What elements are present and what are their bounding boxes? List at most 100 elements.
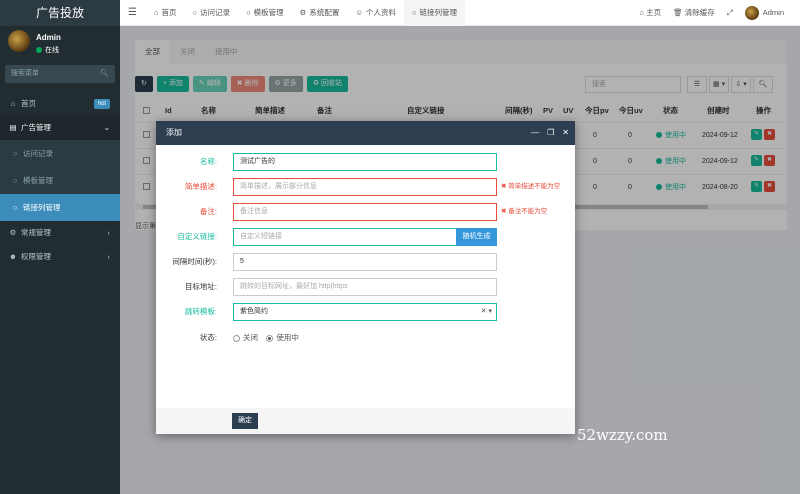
template-selected-value: 紫色简约 [240,308,268,315]
dialog-title: 添加 [166,128,182,137]
home-icon: ⌂ [10,99,16,108]
chevron-down-icon: ⌄ [103,123,110,132]
clear-cache-button[interactable]: 🗑︎ 清除缓存 [667,0,721,26]
circle-icon: ○ [192,8,198,17]
clear-chevron-icon[interactable]: ✕ ▾ [481,304,492,320]
add-dialog: 添加 — ❐ ✕ 名称: 测试广告的 简单描述: 简单描述，展示部分信息 ✖ 简… [156,121,575,434]
sidebar-item-label: 访问记录 [23,149,53,158]
field-template: 跳转模板: 紫色简约 ✕ ▾ [156,303,575,321]
clear-cache-label: 清除缓存 [684,8,715,17]
remark-input[interactable]: 备注信息 [233,203,497,221]
desc-error: ✖ 简单描述不能为空 [501,183,561,190]
close-icon[interactable]: ✕ [562,121,569,145]
gear-icon: ⚙ [299,8,307,17]
menu-toggle-icon[interactable]: ☰ [128,0,137,26]
name-label: 名称: [199,157,217,166]
link-input[interactable]: 自定义短链接 [233,228,457,246]
dialog-footer: 确定 [156,408,575,434]
tab-label: 访问记录 [200,8,231,17]
watermark: 52wzzy.com [577,426,668,444]
circle-icon: ○ [246,8,251,17]
random-generate-button[interactable]: 随机生成 [456,228,497,246]
interval-input[interactable]: 5 [233,253,497,271]
right-nav: ⌂ 主页 🗑︎ 清除缓存 ⤢ Admin [633,0,790,26]
sidebar-item-home[interactable]: ⌂ 首页 hot [0,92,120,116]
template-select[interactable]: 紫色简约 ✕ ▾ [233,303,497,321]
tab-system-config[interactable]: ⚙ 系统配置 [292,0,348,26]
target-input[interactable]: 跳转的目标网址，最好加 http|https [233,278,497,296]
sidebar-item-label: 链接列管理 [23,203,61,212]
hot-badge: hot [93,99,110,109]
sidebar-item-visit-log[interactable]: ○ 访问记录 [0,140,120,167]
status-radio-group: 关闭 使用中 [233,329,299,347]
tab-label: 系统配置 [309,8,340,17]
field-name: 名称: 测试广告的 [156,153,575,171]
brand-title[interactable]: 广告投放 [0,0,120,26]
chevron-left-icon: ‹ [107,252,111,261]
avatar [744,6,759,21]
nav-tabs: ⌂ 首页 ○ 访问记录 ○ 模板管理 ⚙ 系统配置 ☺ 个人资料 ○ 链接列管理 [146,0,466,26]
radio-in-use-label[interactable]: 使用中 [276,333,299,342]
sidebar-item-general[interactable]: ⚙ 常规管理 ‹ [0,221,120,245]
minimize-icon[interactable]: — [531,121,539,145]
home-link[interactable]: ⌂ 主页 [633,0,667,26]
tab-profile[interactable]: ☺ 个人资料 [347,0,404,26]
field-desc: 简单描述: 简单描述，展示部分信息 ✖ 简单描述不能为空 [156,178,575,196]
dialog-controls: — ❐ ✕ [531,121,569,145]
sidebar-item-label: 权限管理 [21,252,51,261]
field-interval: 间隔时间(秒): 5 [156,253,575,271]
sidebar: 广告投放 Admin 在线 搜索菜单 🔍︎ ⌂ 首页 hot ▤ 广告管理 ⌄ ○ 访问记录… [0,0,120,494]
user-status: 在线 [36,45,59,55]
home-link-label: 主页 [646,8,662,17]
search-icon[interactable]: 🔍︎ [100,65,109,83]
link-label: 自定义链接: [177,232,217,241]
top-navbar: ☰ ⌂ 首页 ○ 访问记录 ○ 模板管理 ⚙ 系统配置 ☺ 个人资料 ○ 链接列管理 ⌂ 主… [120,0,800,26]
user-icon: ☺ [355,8,363,17]
radio-closed-label[interactable]: 关闭 [243,333,258,342]
remark-error-text: 备注不能为空 [508,208,548,215]
sidebar-item-ad-management[interactable]: ▤ 广告管理 ⌄ [0,116,120,140]
radio-in-use[interactable] [266,334,274,342]
sidebar-item-link-list[interactable]: ○ 链接列管理 [0,194,120,221]
menu-search-input[interactable]: 搜索菜单 🔍︎ [5,65,115,83]
tab-link-list[interactable]: ○ 链接列管理 [404,0,466,26]
fullscreen-button[interactable]: ⤢ [721,0,739,26]
circle-icon: ○ [12,176,18,185]
maximize-icon[interactable]: ❐ [547,121,554,145]
user-menu[interactable]: Admin [739,0,790,26]
radio-closed[interactable] [233,334,240,342]
tab-label: 个人资料 [366,8,396,17]
sidebar-item-template[interactable]: ○ 模板管理 [0,167,120,194]
template-label: 跳转模板: [184,307,217,316]
sidebar-item-label: 首页 [21,99,36,108]
folder-icon: ▤ [9,123,17,132]
tab-visit-log[interactable]: ○ 访问记录 [185,0,239,26]
fullscreen-icon: ⤢ [726,8,733,17]
desc-label: 简单描述: [184,182,217,191]
target-label: 目标地址: [184,282,217,291]
sidebar-menu: ⌂ 首页 hot ▤ 广告管理 ⌄ ○ 访问记录 ○ 模板管理 ○ 链接列管理 ⚙ 常规管理 ‹ … [0,92,120,269]
desc-error-text: 简单描述不能为空 [508,183,561,190]
field-status: 状态: 关闭 使用中 [156,329,575,347]
confirm-button[interactable]: 确定 [232,413,258,429]
remark-error: ✖ 备注不能为空 [501,208,548,215]
sidebar-item-label: 广告管理 [21,123,51,132]
home-icon: ⌂ [154,8,159,17]
group-icon: ☻ [9,252,17,261]
home-icon: ⌂ [639,8,645,17]
user-status-text: 在线 [45,47,59,54]
trash-icon: 🗑︎ [673,8,683,17]
avatar [8,30,30,52]
cogs-icon: ⚙ [9,228,17,237]
name-input[interactable]: 测试广告的 [233,153,497,171]
desc-input[interactable]: 简单描述，展示部分信息 [233,178,497,196]
field-remark: 备注: 备注信息 ✖ 备注不能为空 [156,203,575,221]
tab-home[interactable]: ⌂ 首页 [146,0,185,26]
sidebar-item-label: 模板管理 [23,176,53,185]
circle-icon: ○ [12,149,18,158]
sidebar-item-permission[interactable]: ☻ 权限管理 ‹ [0,245,120,269]
dialog-header: 添加 — ❐ ✕ [156,121,575,145]
tab-label: 链接列管理 [419,8,458,17]
tab-label: 模板管理 [253,8,284,17]
tab-template[interactable]: ○ 模板管理 [238,0,292,26]
